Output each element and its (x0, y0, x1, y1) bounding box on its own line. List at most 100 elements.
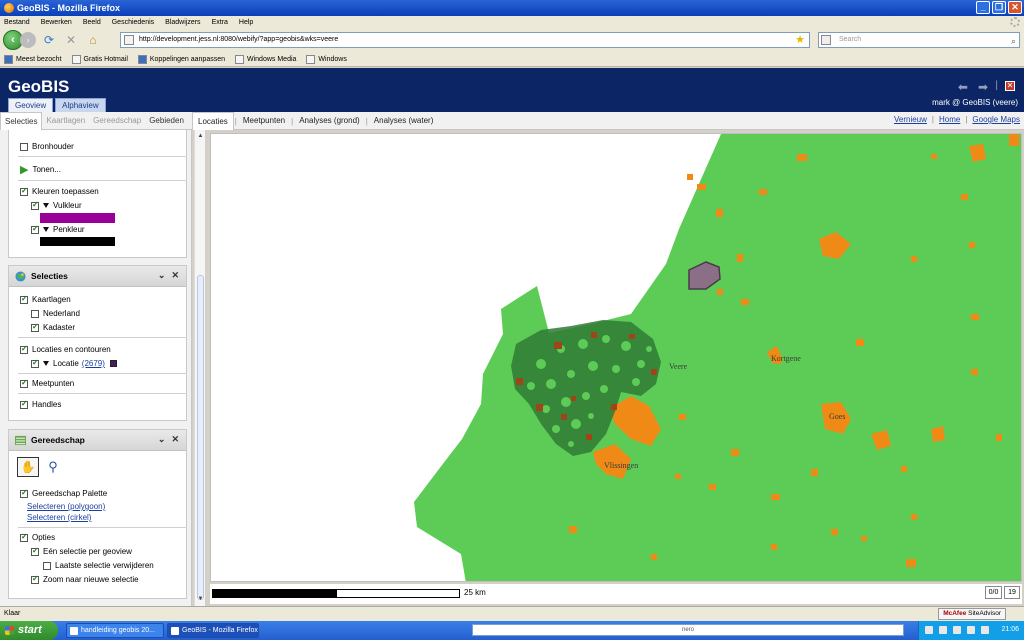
globe-icon (15, 270, 26, 282)
minimize-button[interactable]: _ (976, 1, 990, 14)
kaartlagen-checkbox[interactable] (20, 294, 28, 304)
link-google-maps[interactable]: Google Maps (972, 115, 1020, 124)
menu-geschiedenis[interactable]: Geschiedenis (112, 19, 154, 26)
collapse-icon[interactable]: ⌄ (158, 434, 166, 445)
forward-button[interactable]: › (20, 32, 36, 48)
nederland-label: Nederland (43, 309, 80, 318)
taskbar-item-word[interactable]: handleiding geobis 20... (66, 623, 164, 638)
collapse-icon[interactable]: ⌄ (158, 270, 166, 281)
page-icon (235, 54, 244, 64)
divider (18, 337, 187, 338)
tab-geoview[interactable]: Geoview (8, 98, 54, 113)
stop-icon[interactable]: ✕ (62, 31, 80, 49)
expand-triangle-icon[interactable] (43, 227, 49, 232)
locatie-count-link[interactable]: (2679) (82, 359, 105, 368)
bronhouder-checkbox[interactable] (20, 142, 28, 151)
menu-help[interactable]: Help (239, 19, 253, 26)
close-icon[interactable]: ✕ (171, 434, 179, 445)
expand-triangle-icon[interactable] (43, 203, 49, 208)
search-engine-icon[interactable] (821, 35, 831, 45)
tab-gereedschap[interactable]: Gereedschap (89, 112, 145, 130)
tab-meetpunten[interactable]: Meetpunten (238, 112, 290, 130)
link-home[interactable]: Home (939, 115, 960, 124)
bookmark-meest-bezocht[interactable]: Meest bezocht (4, 54, 62, 64)
scroll-thumb[interactable] (197, 275, 204, 600)
select-polygon-link[interactable]: Selecteren (polygoon) (27, 502, 105, 511)
app-close-icon[interactable]: ✕ (1005, 81, 1015, 91)
zoom-checkbox[interactable] (31, 574, 39, 584)
select-circle-link[interactable]: Selecteren (cirkel) (27, 513, 91, 522)
tab-locaties[interactable]: Locaties (192, 112, 234, 130)
menu-extra[interactable]: Extra (212, 19, 228, 26)
bookmark-windows-media[interactable]: Windows Media (235, 54, 296, 64)
opties-checkbox[interactable] (20, 532, 28, 542)
locatie-color-swatch[interactable] (109, 360, 117, 367)
map-view[interactable]: Veere Kortgene Goes Vlissingen (210, 133, 1022, 582)
mcafee-siteadvisor-button[interactable]: McAfee SiteAdvisor (938, 608, 1006, 620)
hand-tool-icon[interactable]: ✋ (17, 457, 39, 477)
penkleur-checkbox[interactable] (31, 224, 39, 234)
link-vernieuw[interactable]: Vernieuw (894, 115, 927, 124)
tray-mcafee-icon[interactable] (967, 626, 975, 634)
row-kaartlagen: Kaartlagen (20, 294, 71, 304)
menu-bestand[interactable]: Bestand (4, 19, 30, 26)
maximize-button[interactable]: ❐ (992, 1, 1006, 14)
row-meetpunten: Meetpunten (20, 378, 74, 388)
search-box[interactable]: Search ⌕ (818, 32, 1020, 48)
reload-icon[interactable]: ⟳ (40, 31, 58, 49)
penkleur-swatch[interactable] (40, 237, 115, 246)
tray-network-icon[interactable] (925, 626, 933, 634)
menu-bladwijzers[interactable]: Bladwijzers (165, 19, 200, 26)
kleuren-checkbox[interactable] (20, 186, 28, 196)
navigation-toolbar: ‹ › ⟳ ✕ ⌂ http://development.jess.nl:808… (0, 28, 1024, 52)
url-bar[interactable]: http://development.jess.nl:8080/webify/?… (120, 32, 810, 48)
tab-alphaview[interactable]: Alphaview (55, 98, 106, 113)
bookmark-windows[interactable]: Windows (306, 54, 347, 64)
tonen-button[interactable]: ▶ Tonen... (20, 163, 61, 176)
close-icon[interactable]: ✕ (171, 270, 179, 281)
row-zoom: Zoom naar nieuwe selectie (31, 574, 139, 584)
search-icon[interactable]: ⌕ (1011, 34, 1016, 48)
pager-count[interactable]: 0/0 (985, 586, 1002, 599)
expand-triangle-icon[interactable] (43, 361, 49, 366)
tray-help-icon[interactable] (939, 626, 947, 634)
left-panel-scrollbar[interactable]: ▲ ▼ (194, 130, 205, 606)
tab-kaartlagen[interactable]: Kaartlagen (42, 112, 89, 130)
home-icon[interactable]: ⌂ (84, 31, 102, 49)
palette-checkbox[interactable] (20, 488, 28, 498)
nero-search-bar[interactable]: nero (472, 624, 904, 636)
arrow-left-icon[interactable]: ⬅ (958, 80, 968, 94)
locaties-checkbox[interactable] (20, 344, 28, 354)
tab-gebieden[interactable]: Gebieden (145, 112, 188, 130)
tab-analyses-grond[interactable]: Analyses (grond) (294, 112, 364, 130)
scroll-down-icon[interactable]: ▼ (196, 595, 205, 604)
menu-bewerken[interactable]: Bewerken (41, 19, 72, 26)
pager-zoom[interactable]: 19 (1004, 586, 1020, 599)
nederland-checkbox[interactable] (31, 309, 39, 318)
laatste-label: Laatste selectie verwijderen (55, 561, 154, 570)
zoom-tool-icon[interactable]: ⚲ (43, 457, 63, 477)
een-selectie-checkbox[interactable] (31, 546, 39, 556)
mcafee-product: SiteAdvisor (968, 610, 1001, 617)
scroll-up-icon[interactable]: ▲ (196, 132, 205, 141)
tray-volume-icon[interactable] (953, 626, 961, 634)
menu-beeld[interactable]: Beeld (83, 19, 101, 26)
bookmark-gratis-hotmail[interactable]: Gratis Hotmail (71, 54, 128, 64)
close-window-button[interactable]: ✕ (1008, 1, 1022, 14)
start-button[interactable]: start (0, 621, 58, 640)
laatste-checkbox[interactable] (43, 561, 51, 570)
vulkleur-checkbox[interactable] (31, 200, 39, 210)
tray-security-icon[interactable] (981, 626, 989, 634)
handles-checkbox[interactable] (20, 399, 28, 409)
tab-analyses-water[interactable]: Analyses (water) (369, 112, 439, 130)
tab-selecties[interactable]: Selecties (0, 112, 43, 130)
meetpunten-checkbox[interactable] (20, 378, 28, 388)
vulkleur-swatch[interactable] (40, 213, 115, 223)
map-canvas[interactable]: Veere Kortgene Goes Vlissingen (211, 134, 1022, 582)
bookmark-koppelingen[interactable]: Koppelingen aanpassen (137, 54, 225, 64)
locatie-checkbox[interactable] (31, 358, 39, 368)
arrow-right-icon[interactable]: ➡ (978, 80, 988, 94)
taskbar-item-firefox[interactable]: GeoBIS - Mozilla Firefox (167, 623, 259, 638)
bookmark-star-icon[interactable]: ★ (795, 33, 805, 47)
kadaster-checkbox[interactable] (31, 322, 39, 332)
